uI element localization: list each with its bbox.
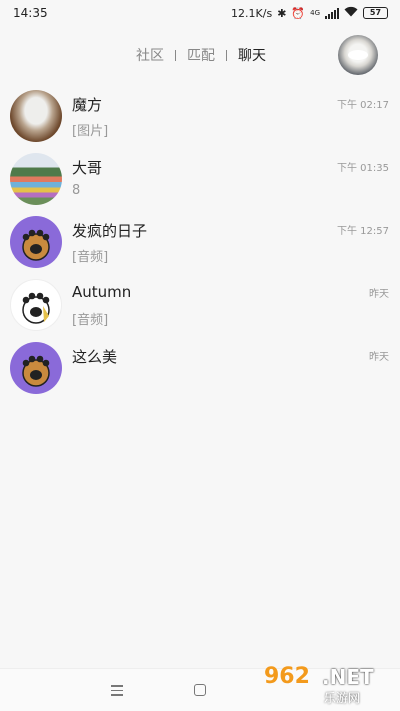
chat-time: 昨天: [369, 289, 389, 300]
top-tabs: 社区 匹配 聊天: [136, 45, 266, 65]
wifi-icon: [344, 6, 358, 20]
watermark-logo: 962 .NET 乐游网: [264, 664, 396, 708]
avatar: [10, 279, 62, 331]
status-bar: 14:35 12.1K/s ✱ ⏰ 4G 57: [0, 0, 400, 26]
chat-item[interactable]: 魔方 [图片] 下午 02:17: [0, 80, 400, 143]
tab-chat[interactable]: 聊天: [238, 45, 266, 65]
chat-item[interactable]: 这么美 昨天: [0, 332, 400, 395]
watermark-number: 962: [264, 664, 310, 689]
tab-divider: [226, 49, 227, 61]
avatar: [10, 153, 62, 205]
cat-paw-icon: [22, 229, 50, 261]
cat-paw-icon: [22, 292, 50, 324]
chat-name: 大哥: [72, 159, 103, 177]
avatar: [10, 342, 62, 394]
alarm-icon: ⏰: [291, 6, 306, 20]
chat-item[interactable]: 大哥 8 下午 01:35: [0, 143, 400, 206]
watermark-site: 乐游网: [324, 691, 361, 705]
tab-match[interactable]: 匹配: [187, 45, 215, 65]
battery-icon: 57: [363, 7, 388, 19]
cat-paw-icon: [22, 355, 50, 387]
chat-preview: 8: [72, 183, 81, 198]
chat-preview: [音频]: [72, 250, 109, 265]
chat-name: Autumn: [72, 283, 132, 301]
network-speed: 12.1K/s: [231, 6, 273, 20]
header: 社区 匹配 聊天: [0, 30, 400, 76]
avatar: [10, 90, 62, 142]
chat-preview: [音频]: [72, 313, 109, 328]
menu-icon[interactable]: [111, 685, 123, 696]
tab-community[interactable]: 社区: [136, 45, 164, 65]
chat-list: 魔方 [图片] 下午 02:17 大哥 8 下午 01:35 发疯的日子 [音频…: [0, 80, 400, 395]
chat-time: 下午 02:17: [337, 100, 389, 111]
avatar: [10, 216, 62, 268]
chat-item[interactable]: 发疯的日子 [音频] 下午 12:57: [0, 206, 400, 269]
status-time: 14:35: [13, 6, 48, 20]
signal-icon: [325, 7, 339, 19]
watermark-suffix: .NET: [322, 665, 374, 689]
chat-time: 下午 12:57: [337, 226, 389, 237]
chat-preview: [图片]: [72, 124, 109, 139]
chat-time: 昨天: [369, 352, 389, 363]
network-type: 4G: [310, 9, 320, 17]
bluetooth-icon: ✱: [277, 6, 287, 20]
profile-avatar[interactable]: [338, 35, 378, 75]
home-icon[interactable]: [194, 684, 206, 696]
chat-name: 魔方: [72, 96, 103, 114]
chat-item[interactable]: Autumn [音频] 昨天: [0, 269, 400, 332]
chat-name: 这么美: [72, 348, 118, 366]
tab-divider: [175, 49, 176, 61]
status-icons: 12.1K/s ✱ ⏰ 4G 57: [231, 6, 388, 20]
chat-name: 发疯的日子: [72, 222, 148, 240]
chat-time: 下午 01:35: [337, 163, 389, 174]
